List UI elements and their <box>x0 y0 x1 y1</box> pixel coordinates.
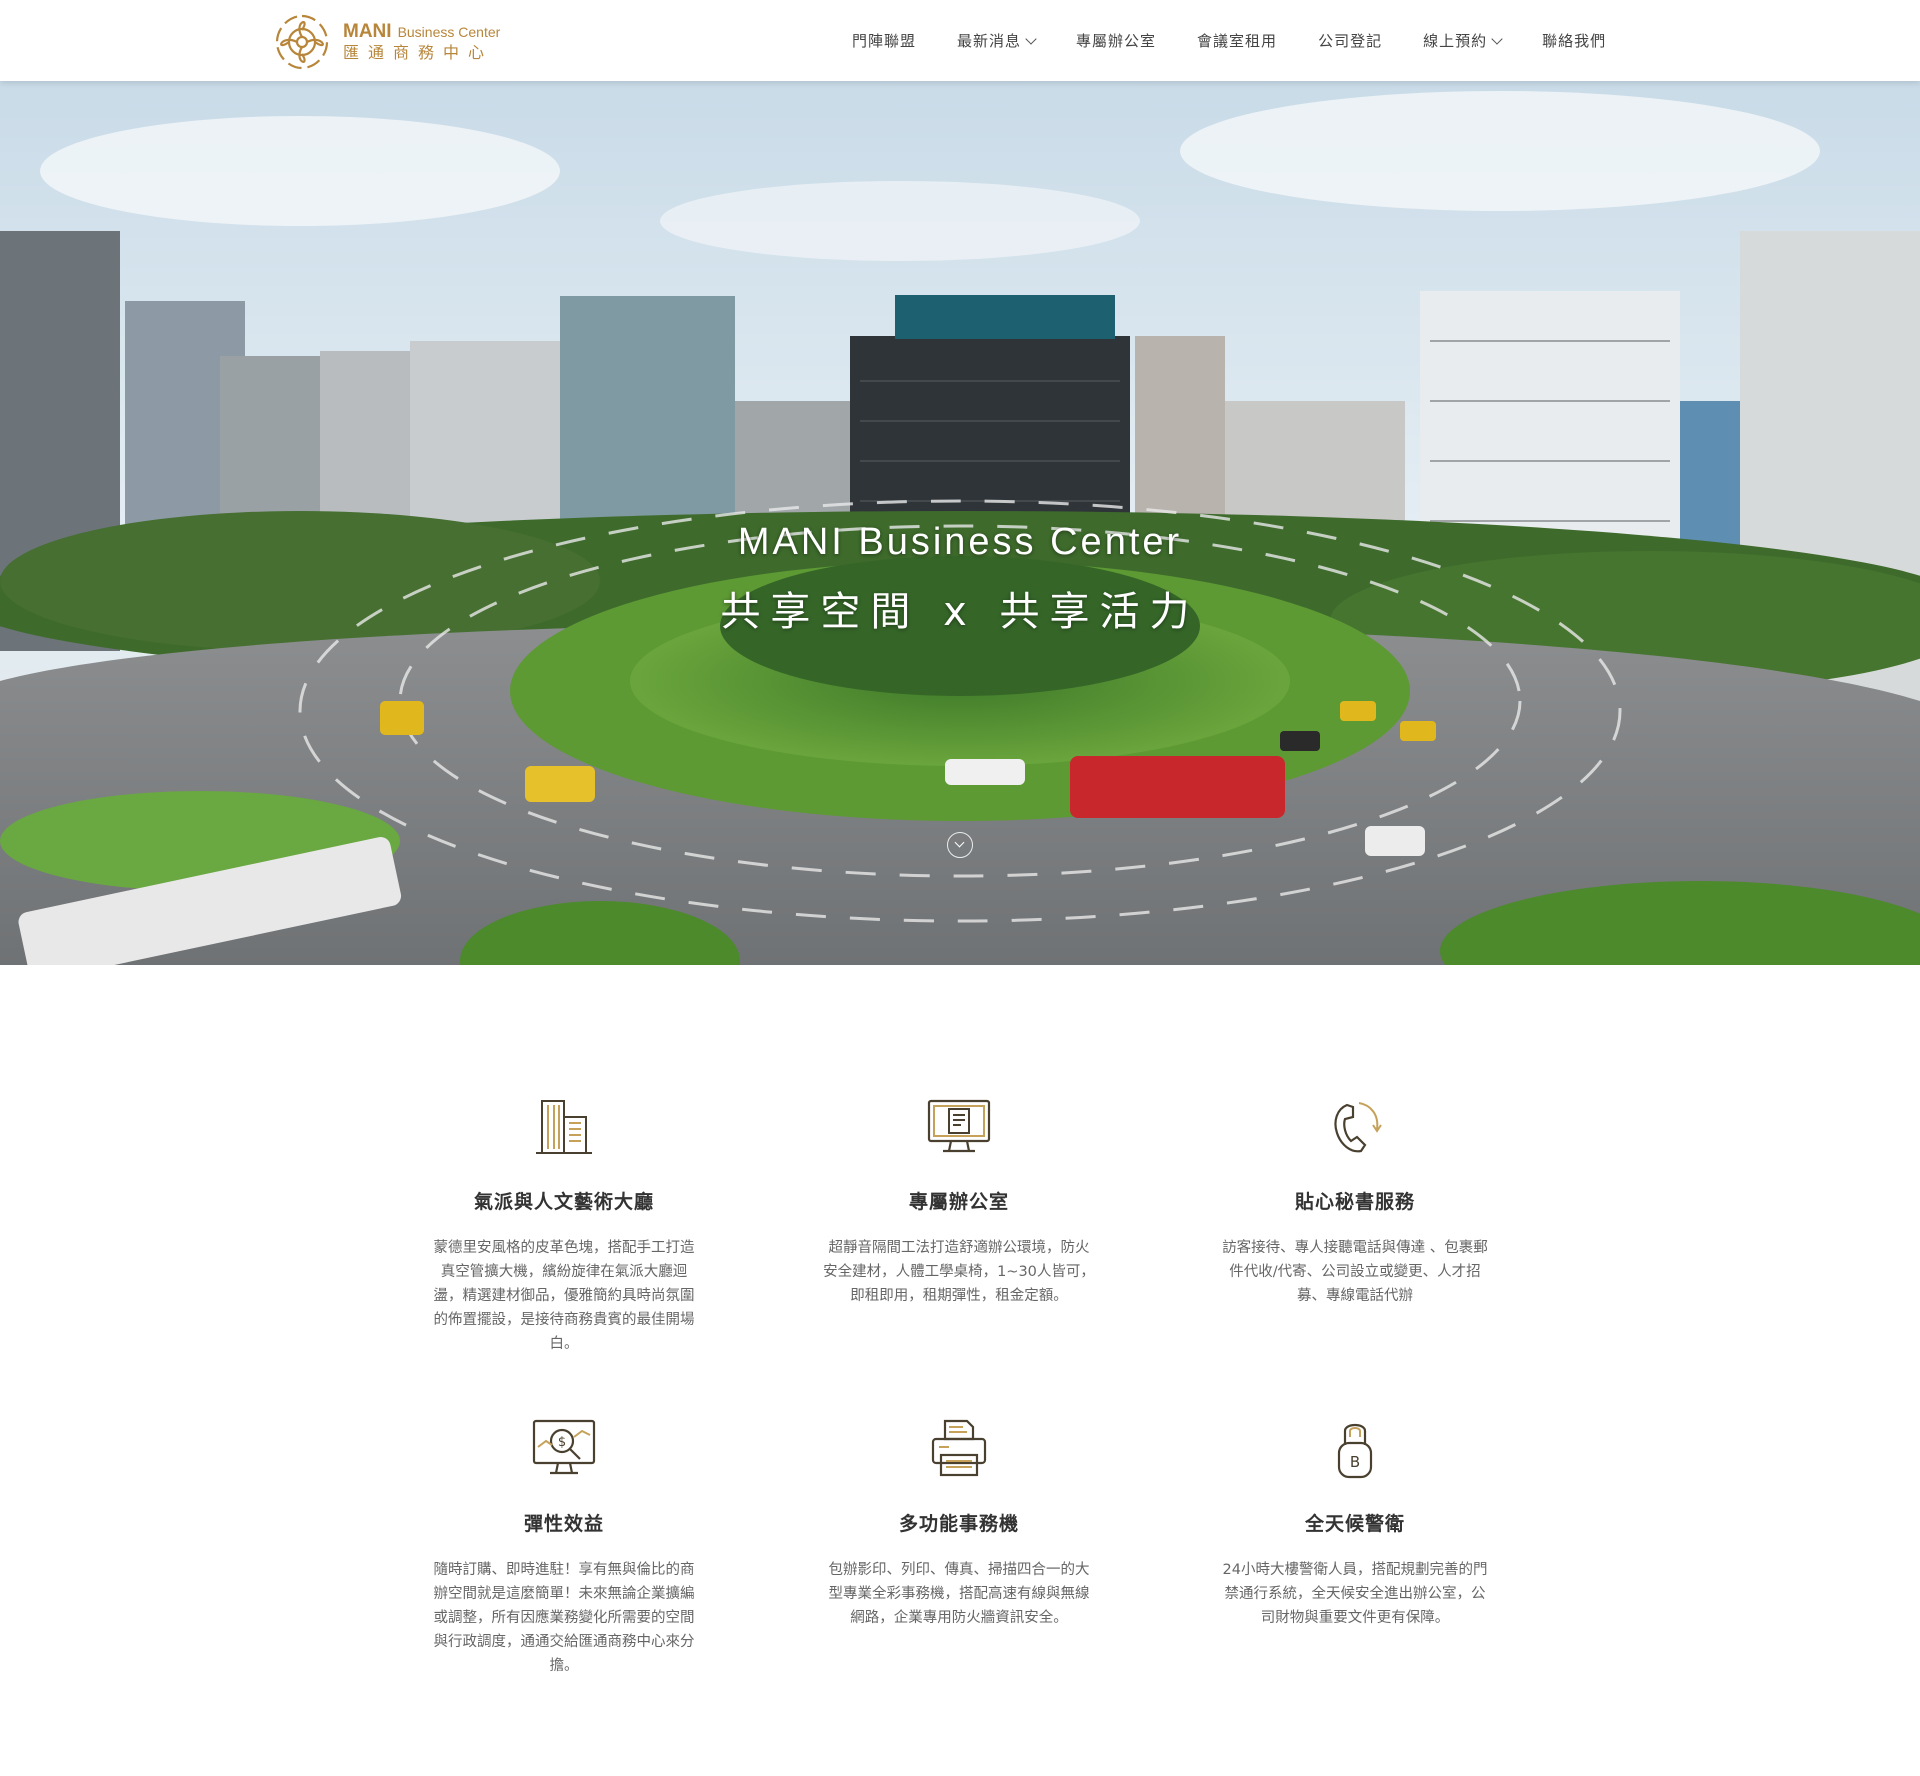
main-nav: 門陣聯盟 最新消息 專屬辦公室 會議室租用 公司登記 線上預約 聯絡我們 <box>852 0 1606 81</box>
printer-icon <box>931 1419 987 1477</box>
feature-description: 訪客接待、專人接聽電話與傳達 、包裹郵件代收/代寄、公司設立或變更、人才招募、專… <box>1222 1240 1488 1304</box>
nav-item-label: 線上預約 <box>1423 32 1488 50</box>
feature-title: 多功能事務機 <box>898 1513 1019 1535</box>
nav-item-label: 聯絡我們 <box>1542 32 1607 50</box>
feature-description: 超靜音隔間工法打造舒適辦公環境，防火安全建材，人體工學桌椅，1~30人皆可，即租… <box>823 1240 1095 1304</box>
hero-title-zh: 共享空間 x 共享活力 <box>720 589 1200 635</box>
feature-description: 包辦影印、列印、傳真、掃描四合一的大型專業全彩事務機，搭配高速有線與無線網路，企… <box>828 1562 1090 1626</box>
brand-name-en-sub: Business Center <box>397 24 501 40</box>
chevron-down-icon <box>1491 32 1503 45</box>
nav-item-label: 公司登記 <box>1318 32 1383 50</box>
chevron-down-icon <box>1025 32 1037 45</box>
brand-name-zh: 匯通商務中心 <box>343 43 494 62</box>
nav-item-label: 專屬辦公室 <box>1076 32 1157 50</box>
nav-item-label: 最新消息 <box>957 32 1022 50</box>
svg-text:$: $ <box>558 1435 566 1450</box>
feature-title: 專屬辦公室 <box>908 1191 1009 1213</box>
feature-lobby: 氣派與人文藝術大廳 蒙德里安風格的皮革色塊，搭配手工打造真空管擴大機，繽紛旋律在… <box>419 1095 709 1356</box>
hero-banner: MANI Business Center 共享空間 x 共享活力 <box>0 81 1920 965</box>
nav-item-label: 門陣聯盟 <box>852 32 917 50</box>
logo[interactable]: MANI Business Center 匯通商務中心 <box>271 12 500 72</box>
nav-item-company-registration[interactable]: 公司登記 <box>1318 30 1382 51</box>
nav-item-meeting-room[interactable]: 會議室租用 <box>1197 30 1277 51</box>
nav-item-private-office[interactable]: 專屬辦公室 <box>1076 30 1156 51</box>
logo-mark-icon <box>275 14 329 70</box>
hero-title-en: MANI Business Center <box>737 521 1183 563</box>
feature-flexibility: $ 彈性效益 隨時訂購、即時進駐！享有無與倫比的商辦空間就是這麼簡單！未來無論企… <box>419 1417 709 1678</box>
feature-description: 隨時訂購、即時進駐！享有無與倫比的商辦空間就是這麼簡單！未來無論企業擴編或調整，… <box>433 1562 695 1674</box>
feature-description: 24小時大樓警衛人員，搭配規劃完善的門禁通行系統，全天候安全進出辦公室，公司財物… <box>1222 1562 1488 1626</box>
feature-description: 蒙德里安風格的皮革色塊，搭配手工打造真空管擴大機，繽紛旋律在氣派大廳迴盪，精選建… <box>433 1240 695 1352</box>
feature-printer: 多功能事務機 包辦影印、列印、傳真、掃描四合一的大型專業全彩事務機，搭配高速有線… <box>814 1417 1104 1630</box>
phone-service-icon <box>1334 1102 1382 1153</box>
nav-item-online-booking[interactable]: 線上預約 <box>1423 30 1503 51</box>
feature-title: 彈性效益 <box>523 1513 604 1535</box>
brand-name-en: MANI <box>343 21 392 42</box>
nav-item-alliance[interactable]: 門陣聯盟 <box>852 30 916 51</box>
feature-title: 貼心秘書服務 <box>1294 1191 1415 1213</box>
feature-private-office: 專屬辦公室 超靜音隔間工法打造舒適辦公環境，防火安全建材，人體工學桌椅，1~30… <box>814 1095 1104 1308</box>
building-icon <box>536 1100 592 1154</box>
nav-item-label: 會議室租用 <box>1197 32 1278 50</box>
feature-secretary-service: 貼心秘書服務 訪客接待、專人接聽電話與傳達 、包裹郵件代收/代寄、公司設立或變更… <box>1210 1095 1500 1308</box>
nav-item-contact[interactable]: 聯絡我們 <box>1542 30 1606 51</box>
monitor-document-icon <box>927 1099 991 1153</box>
svg-text:B: B <box>1350 1453 1360 1471</box>
nav-item-news[interactable]: 最新消息 <box>957 30 1037 51</box>
padlock-icon: B <box>1337 1423 1373 1479</box>
site-header: MANI Business Center 匯通商務中心 門陣聯盟 最新消息 專屬辦… <box>0 0 1920 81</box>
scroll-down-icon[interactable] <box>947 832 973 858</box>
monitor-dollar-icon: $ <box>532 1419 596 1475</box>
feature-title: 全天候警衛 <box>1304 1513 1405 1535</box>
feature-title: 氣派與人文藝術大廳 <box>473 1191 654 1213</box>
feature-security-guard: B 全天候警衛 24小時大樓警衛人員，搭配規劃完善的門禁通行系統，全天候安全進出… <box>1210 1417 1500 1630</box>
